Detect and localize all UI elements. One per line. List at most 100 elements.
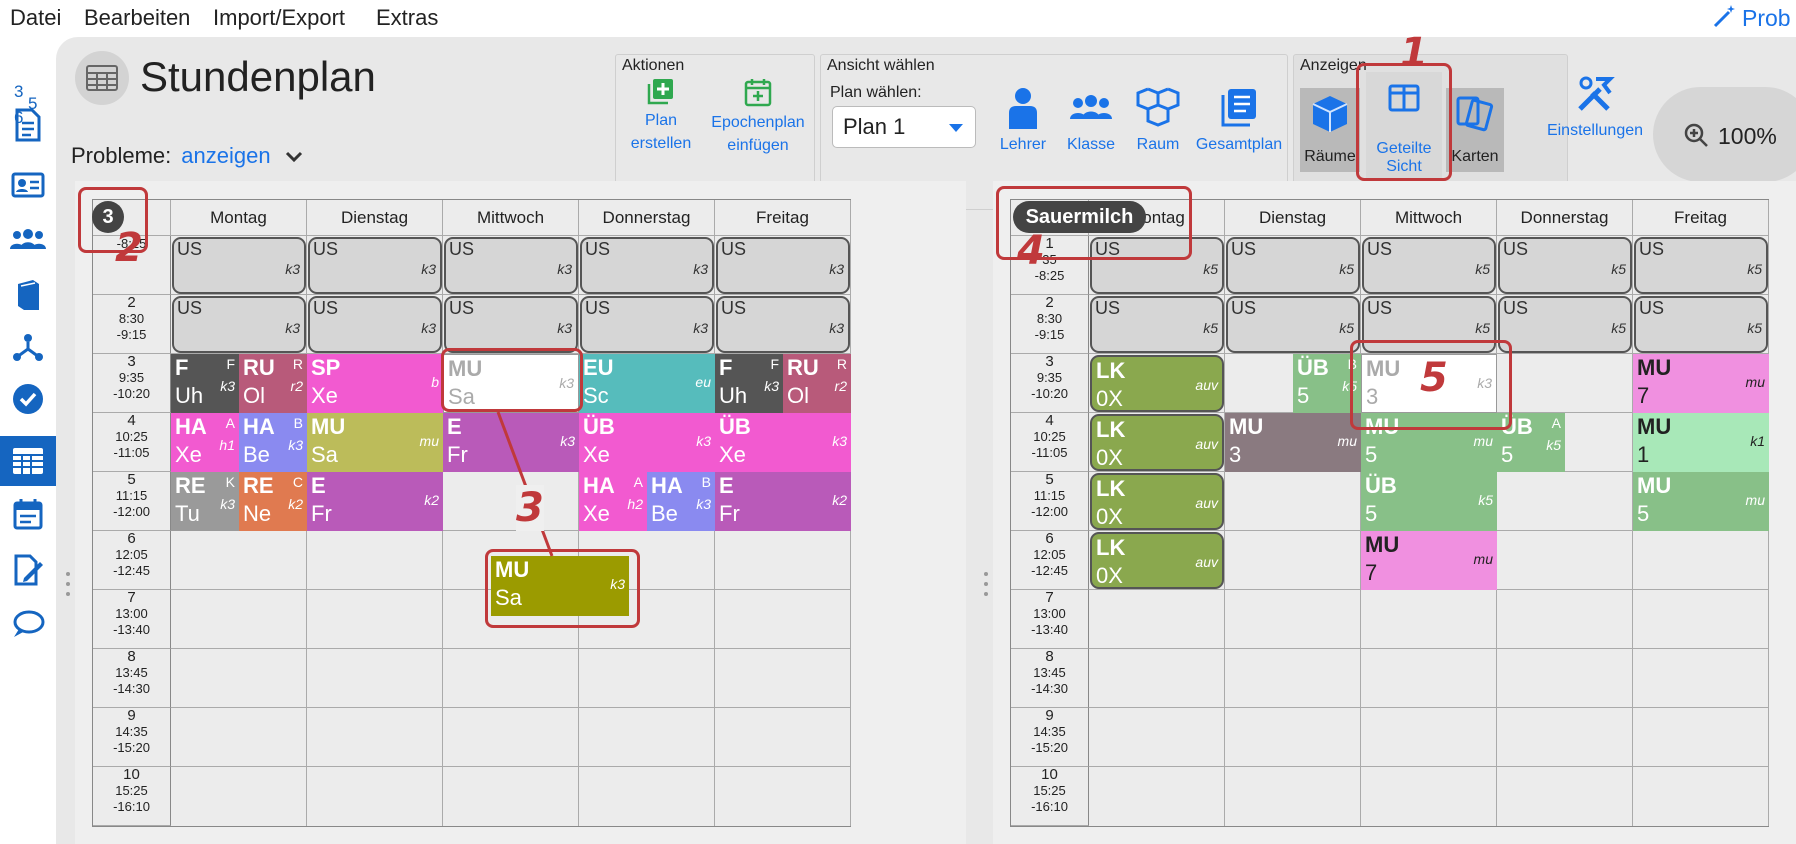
lesson-card[interactable]: MU Sa mu	[307, 413, 443, 472]
lesson-subject: E	[311, 473, 326, 498]
lesson-card[interactable]: LK 0X auv	[1090, 414, 1224, 471]
zoom-in-icon	[1684, 123, 1708, 147]
lesson-card[interactable]: MU 5 mu	[1633, 472, 1769, 531]
lesson-card[interactable]: E Fr k2	[715, 472, 851, 531]
klasse-button[interactable]: Klasse	[1059, 87, 1123, 156]
lesson-teacher: Xe	[311, 383, 338, 408]
lesson-card[interactable]: US k3	[580, 237, 714, 294]
einstellungen-button[interactable]: Einstellungen	[1535, 73, 1655, 142]
lehrer-button[interactable]: Lehrer	[991, 87, 1055, 156]
lesson-card[interactable]: HA Be Bk3	[239, 413, 307, 472]
lesson-card[interactable]: MU 3 mu	[1225, 413, 1361, 472]
period-number: 2	[1045, 294, 1054, 311]
sidebar-contact-card-icon[interactable]	[0, 160, 56, 210]
lesson-card[interactable]: HA Xe Ah1	[171, 413, 239, 472]
lesson-card[interactable]: US k5	[1634, 296, 1768, 353]
lesson-card[interactable]: US k5	[1634, 237, 1768, 294]
lesson-card[interactable]: US k3	[580, 296, 714, 353]
lesson-card[interactable]: LK 0X auv	[1090, 355, 1224, 412]
lesson-card[interactable]: US k5	[1226, 296, 1360, 353]
lesson-card[interactable]: RU Ol Rr2	[239, 354, 307, 413]
lesson-card[interactable]: E Fr k2	[307, 472, 443, 531]
raeume-toggle[interactable]: Räume	[1300, 88, 1360, 172]
lesson-subject: RE	[243, 473, 274, 498]
gesamtplan-button[interactable]: Gesamtplan	[1193, 87, 1285, 156]
lesson-card[interactable]: RE Ne Ck2	[239, 472, 307, 531]
sidebar-calendar-icon[interactable]	[0, 489, 56, 539]
raum-button[interactable]: Raum	[1126, 87, 1190, 156]
lesson-card[interactable]: US k3	[716, 296, 850, 353]
sidebar-check-icon[interactable]	[0, 374, 56, 424]
epochenplan-button[interactable]: Epochenplan einfügen	[706, 77, 810, 157]
ansicht-label: Ansicht wählen	[827, 57, 935, 74]
lesson-group: F	[226, 356, 235, 372]
lesson-subject: US	[1503, 239, 1529, 259]
lesson-subject: ÜB	[583, 414, 615, 439]
lesson-room: k3	[693, 261, 708, 277]
lesson-card[interactable]: ÜB 5 k5	[1361, 472, 1497, 531]
period-number: 3	[127, 353, 136, 370]
period-label: 6 12:05 -12:45	[1011, 531, 1089, 590]
lesson-card[interactable]: US k3	[172, 237, 306, 294]
menu-bearbeiten[interactable]: Bearbeiten	[84, 5, 190, 31]
sidebar-book-icon[interactable]	[0, 270, 56, 320]
right-splitter-handle[interactable]	[984, 572, 988, 596]
lesson-subject: ÜB	[719, 414, 751, 439]
lesson-room: k2	[288, 496, 303, 512]
lesson-room: k3	[560, 433, 575, 449]
lesson-room: mu	[1473, 551, 1493, 567]
help-link-label: Prob	[1742, 5, 1791, 31]
lesson-card[interactable]: MU 7 mu	[1633, 354, 1769, 413]
period-label: 2 8:30 -9:15	[93, 295, 171, 354]
lesson-card[interactable]: US k3	[308, 237, 442, 294]
plan-erstellen-button[interactable]: Plan erstellen	[626, 77, 696, 155]
sidebar-people-icon[interactable]	[0, 215, 56, 265]
grid-line	[171, 648, 851, 649]
lesson-card[interactable]: RE Tu Kk3	[171, 472, 239, 531]
lesson-subject: F	[719, 355, 733, 380]
lesson-card[interactable]: US k5	[1498, 237, 1632, 294]
lesson-card[interactable]: LK 0X auv	[1090, 473, 1224, 530]
lesson-card[interactable]: US k5	[1362, 237, 1496, 294]
sidebar-timetable-icon[interactable]	[0, 436, 56, 486]
lesson-card[interactable]: LK 0X auv	[1090, 532, 1224, 589]
lesson-card[interactable]: HA Be Bk3	[647, 472, 715, 531]
lesson-card[interactable]: MU 7 mu	[1361, 531, 1497, 590]
karten-toggle[interactable]: Karten	[1446, 88, 1504, 172]
sidebar-network-icon[interactable]	[0, 322, 56, 372]
period-start: 11:15	[115, 488, 148, 503]
zoom-control[interactable]: 100%	[1653, 87, 1796, 182]
lesson-card[interactable]: US k3	[444, 296, 578, 353]
lesson-card[interactable]: US k3	[308, 296, 442, 353]
lesson-card[interactable]: SP Xe b	[307, 354, 443, 413]
lesson-card[interactable]: EU Sc eu	[579, 354, 715, 413]
sidebar-edit-document-icon[interactable]	[0, 544, 56, 594]
menu-extras[interactable]: Extras	[376, 5, 438, 31]
left-splitter-handle[interactable]	[66, 572, 70, 596]
probleme-toggle[interactable]: anzeigen	[181, 143, 302, 168]
period-label: 3 9:35 -10:20	[93, 354, 171, 413]
lesson-card[interactable]: US k3	[716, 237, 850, 294]
lesson-card[interactable]: US k5	[1226, 237, 1360, 294]
sidebar-document-icon[interactable]	[0, 100, 56, 150]
menu-import-export[interactable]: Import/Export	[213, 5, 345, 31]
sidebar: 356	[0, 37, 56, 844]
period-end: -12:00	[1031, 504, 1068, 519]
lesson-card[interactable]: US k5	[1498, 296, 1632, 353]
lesson-card[interactable]: F Uh Fk3	[715, 354, 783, 413]
sidebar-chat-icon[interactable]	[0, 599, 56, 649]
plan-select[interactable]: Plan 1	[832, 106, 976, 148]
lesson-card[interactable]: US k3	[444, 237, 578, 294]
lesson-card[interactable]: HA Xe Ah2	[579, 472, 647, 531]
lesson-card[interactable]: F Uh Fk3	[171, 354, 239, 413]
lesson-teacher: 3	[1229, 442, 1242, 467]
lesson-subject: US	[449, 298, 475, 318]
lesson-card[interactable]: US k3	[172, 296, 306, 353]
lesson-card[interactable]: MU 1 k1	[1633, 413, 1769, 472]
lesson-card[interactable]: ÜB Xe k3	[579, 413, 715, 472]
problem-help-link[interactable]: Prob	[1712, 3, 1791, 32]
lesson-card[interactable]: RU Ol Rr2	[783, 354, 851, 413]
lesson-card[interactable]: US k5	[1090, 296, 1224, 353]
menu-datei[interactable]: Datei	[10, 5, 61, 31]
lesson-card[interactable]: ÜB Xe k3	[715, 413, 851, 472]
